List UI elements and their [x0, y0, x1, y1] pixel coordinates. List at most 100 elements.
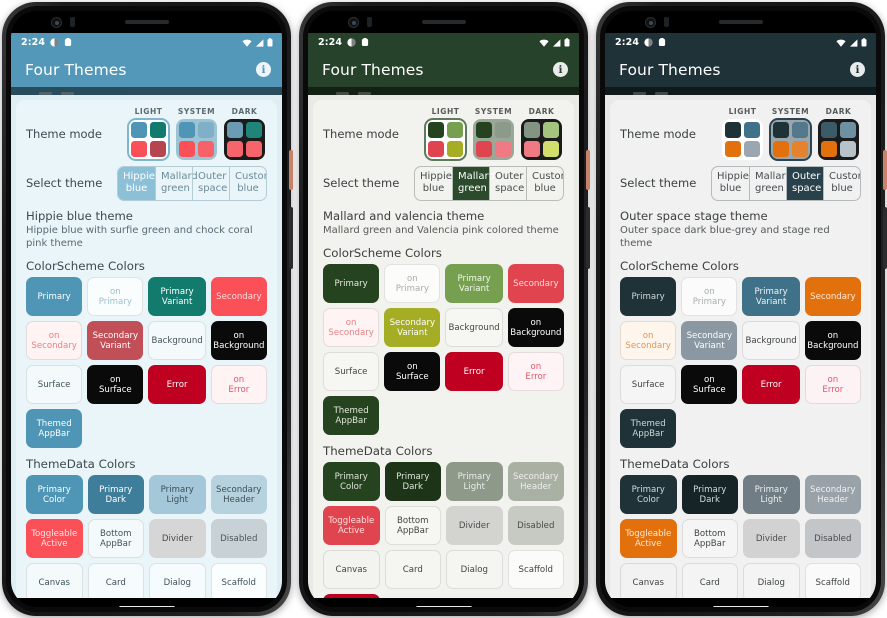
volume-button[interactable] [883, 207, 887, 269]
color-swatch[interactable]: Primary Variant [742, 277, 800, 316]
theme-chip-hippie-blue[interactable]: Hippie blue [712, 167, 749, 200]
color-swatch[interactable]: on Surface [681, 365, 738, 404]
theme-chip-group[interactable]: HippieblueMallardgreenOuterspaceCustombl… [711, 165, 861, 201]
color-swatch[interactable]: on Error [804, 365, 861, 404]
color-swatch[interactable]: Divider [149, 519, 206, 558]
theme-mode-preview[interactable] [722, 119, 763, 160]
color-swatch[interactable]: Secondary [507, 264, 564, 303]
color-swatch[interactable]: Dialog [743, 563, 800, 598]
color-swatch[interactable]: Canvas [323, 550, 380, 589]
color-swatch[interactable]: Secondary [210, 277, 267, 316]
power-button[interactable] [289, 150, 293, 190]
theme-mode-option-mode-system[interactable]: SYSTEM [769, 107, 812, 161]
color-swatch[interactable]: Primary Light [446, 462, 503, 501]
color-swatch[interactable]: Background [445, 308, 503, 347]
color-swatch[interactable]: Bottom AppBar [87, 519, 144, 558]
theme-chip-hippie-blue[interactable]: Hippie blue [415, 167, 452, 200]
theme-mode-option-mode-light[interactable]: LIGHT [424, 107, 467, 161]
theme-mode-preview[interactable] [127, 118, 170, 161]
color-swatch[interactable]: Background [148, 321, 206, 360]
color-swatch[interactable]: Secondary Variant [681, 321, 738, 360]
color-swatch[interactable]: Secondary Header [210, 475, 267, 514]
color-swatch[interactable]: Primary Variant [148, 277, 206, 316]
theme-chip-group[interactable]: HippieblueMallardgreenOuterspaceCustombl… [117, 165, 267, 201]
color-swatch[interactable]: Primary Light [743, 475, 800, 514]
theme-mode-selector[interactable]: LIGHT SYSTEM DARK [127, 107, 267, 161]
home-indicator[interactable] [415, 606, 472, 607]
color-swatch[interactable]: Surface [323, 352, 380, 391]
color-swatch[interactable]: on Primary [384, 264, 441, 303]
color-swatch[interactable]: Secondary Header [507, 462, 564, 501]
color-swatch[interactable]: Secondary [804, 277, 861, 316]
color-swatch[interactable]: on Surface [87, 365, 144, 404]
color-swatch[interactable]: Surface [26, 365, 83, 404]
color-swatch[interactable]: Secondary Header [804, 475, 861, 514]
color-swatch[interactable]: on Surface [384, 352, 441, 391]
theme-mode-option-mode-light[interactable]: LIGHT [127, 107, 170, 161]
color-swatch[interactable]: Dialog [149, 563, 206, 598]
power-button[interactable] [586, 150, 590, 190]
color-swatch[interactable]: Primary Dark [681, 475, 738, 514]
theme-chip-mallard-green[interactable]: Mallard green [155, 166, 198, 200]
theme-mode-preview[interactable] [424, 118, 467, 161]
theme-chip-hippie-blue[interactable]: Hippie blue [118, 166, 155, 200]
theme-chip-custom-blue[interactable]: Customblue [526, 166, 563, 200]
color-swatch[interactable]: on Secondary [620, 321, 677, 360]
color-swatch[interactable]: Divider [446, 506, 503, 545]
color-swatch[interactable]: Card [681, 563, 738, 598]
theme-mode-option-mode-dark[interactable]: DARK [224, 107, 265, 160]
color-swatch[interactable]: Toggleable Active [323, 506, 380, 545]
theme-chip-mallard-green[interactable]: Mallard green [452, 166, 495, 200]
volume-button[interactable] [289, 207, 293, 269]
color-swatch[interactable]: Error [148, 365, 206, 404]
color-swatch[interactable]: Divider [743, 519, 800, 558]
color-swatch[interactable]: Error [742, 365, 800, 404]
theme-mode-preview[interactable] [176, 119, 217, 160]
color-swatch[interactable]: Themed AppBar [323, 396, 380, 435]
color-swatch[interactable]: Bottom AppBar [384, 506, 441, 545]
home-indicator[interactable] [712, 606, 769, 607]
color-swatch[interactable]: Primary Light [149, 475, 206, 514]
theme-chip-custom-blue[interactable]: Customblue [229, 166, 266, 200]
scroll-body[interactable]: Theme mode LIGHT SYSTEM DARK Select theme Hip… [605, 95, 876, 598]
color-swatch[interactable]: Primary Variant [445, 264, 503, 303]
info-icon[interactable]: i [850, 62, 865, 77]
color-swatch[interactable]: Card [384, 550, 441, 589]
color-swatch[interactable]: Disabled [210, 519, 267, 558]
theme-mode-preview[interactable] [521, 119, 562, 160]
color-swatch[interactable]: Bottom AppBar [681, 519, 738, 558]
color-swatch[interactable]: Background [742, 321, 800, 360]
color-swatch[interactable]: Dialog [446, 550, 503, 589]
theme-mode-option-mode-dark[interactable]: DARK [521, 107, 562, 160]
theme-chip-custom-blue[interactable]: Customblue [823, 166, 860, 200]
color-swatch[interactable]: Canvas [620, 563, 677, 598]
color-swatch[interactable]: Primary [323, 264, 380, 303]
theme-chip-outer-space[interactable]: Outer space [489, 166, 526, 200]
color-swatch[interactable]: Toggleable Active [620, 519, 677, 558]
theme-mode-option-mode-system[interactable]: SYSTEM [473, 107, 514, 160]
color-swatch[interactable]: Primary Dark [384, 462, 441, 501]
theme-mode-selector[interactable]: LIGHT SYSTEM DARK [722, 107, 861, 161]
theme-mode-option-mode-system[interactable]: SYSTEM [176, 107, 217, 160]
color-swatch[interactable]: Disabled [804, 519, 861, 558]
color-swatch[interactable]: Primary Color [26, 475, 83, 514]
color-swatch[interactable]: on Background [210, 321, 267, 360]
color-swatch[interactable]: on Primary [87, 277, 144, 316]
color-swatch[interactable]: Themed AppBar [620, 409, 677, 448]
home-indicator[interactable] [118, 606, 175, 607]
color-swatch[interactable]: Scaffold [507, 550, 564, 589]
theme-chip-mallard-green[interactable]: Mallard green [749, 166, 792, 200]
theme-chip-group[interactable]: HippieblueMallardgreenOuterspaceCustombl… [414, 165, 564, 201]
color-swatch[interactable]: on Error [210, 365, 267, 404]
color-swatch[interactable]: Scaffold [210, 563, 267, 598]
theme-mode-preview[interactable] [224, 119, 265, 160]
theme-mode-preview[interactable] [473, 119, 514, 160]
color-swatch[interactable]: on Background [804, 321, 861, 360]
color-swatch[interactable]: Secondary Variant [87, 321, 144, 360]
color-swatch[interactable]: on Background [507, 308, 564, 347]
color-swatch[interactable]: Toggleable Active [26, 519, 83, 558]
scroll-body[interactable]: Theme mode LIGHT SYSTEM DARK Select theme Hip… [11, 95, 282, 598]
color-swatch[interactable]: on Secondary [323, 308, 380, 347]
theme-mode-selector[interactable]: LIGHT SYSTEM DARK [424, 107, 564, 161]
color-swatch[interactable]: Primary Dark [87, 475, 144, 514]
